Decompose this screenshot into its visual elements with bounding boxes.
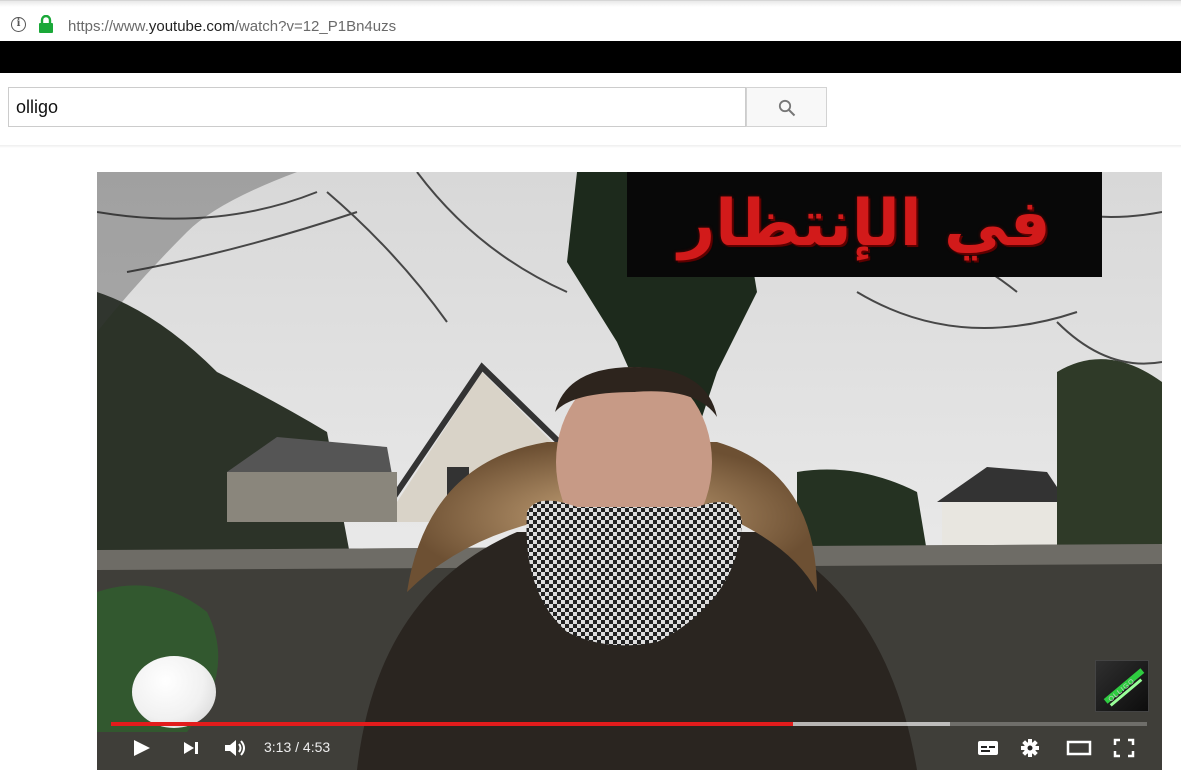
address-bar[interactable]: i https://www.youtube.com/watch?v=12_P1B…	[0, 0, 1181, 41]
fullscreen-icon[interactable]	[1111, 734, 1137, 762]
header-divider	[0, 145, 1181, 148]
lock-icon[interactable]	[38, 15, 54, 33]
next-icon[interactable]	[181, 734, 203, 762]
url-text[interactable]: https://www.youtube.com/watch?v=12_P1Bn4…	[68, 18, 396, 35]
egg-shape	[132, 656, 216, 728]
video-title-overlay: في الإنتظار	[627, 172, 1102, 277]
channel-watermark-logo[interactable]: OLLIGO	[1095, 660, 1149, 712]
url-path: /watch?v=12_P1Bn4uzs	[234, 18, 397, 35]
search-input[interactable]: olligo	[8, 87, 746, 127]
theater-mode-icon[interactable]	[1065, 734, 1093, 762]
subtitles-icon[interactable]	[975, 734, 1001, 762]
progress-played	[111, 722, 793, 726]
settings-icon[interactable]	[1017, 734, 1043, 762]
info-icon[interactable]: i	[11, 17, 26, 32]
video-title-text: في الإنتظار	[678, 187, 1051, 261]
search-button[interactable]	[746, 87, 827, 127]
progress-bar[interactable]	[111, 722, 1147, 726]
url-domain: youtube.com	[148, 18, 235, 35]
time-display: 3:13 / 4:53	[264, 739, 331, 755]
url-prefix: https://www.	[68, 18, 149, 35]
search-icon	[778, 99, 796, 117]
video-player[interactable]: في الإنتظار OLLIGO 3:13 / 4:53	[97, 172, 1162, 770]
tab-strip-edge	[0, 1, 1181, 7]
play-icon[interactable]	[131, 734, 153, 762]
masthead-bar	[0, 41, 1181, 73]
volume-icon[interactable]	[221, 734, 249, 762]
